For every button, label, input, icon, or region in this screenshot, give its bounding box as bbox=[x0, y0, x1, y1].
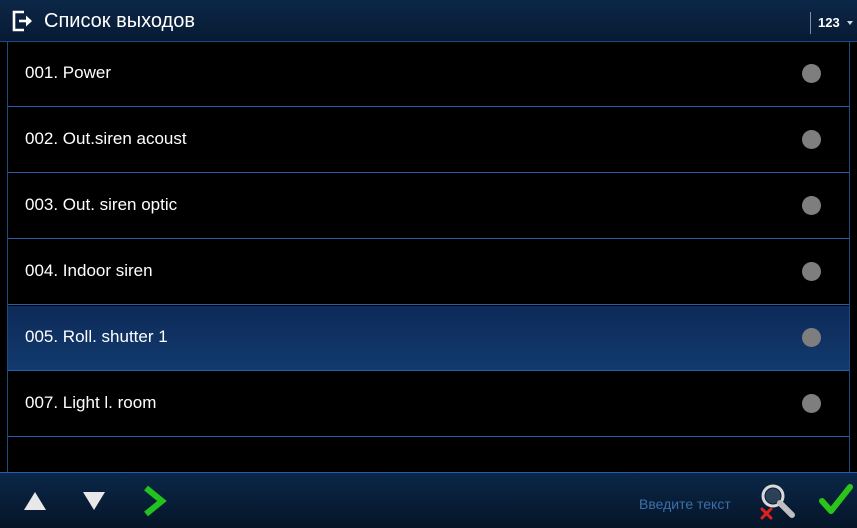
title-bar: Список выходов 123 bbox=[0, 0, 857, 42]
list-item-selected[interactable]: 005. Roll. shutter 1 bbox=[8, 306, 849, 371]
search-input[interactable]: Введите текст bbox=[639, 495, 731, 513]
output-name: 007. Light l. room bbox=[25, 393, 157, 412]
outputs-list: 001. Power 002. Out.siren acoust 003. Ou… bbox=[7, 42, 850, 472]
output-name: 001. Power bbox=[25, 63, 111, 82]
status-dot-icon bbox=[802, 130, 821, 149]
output-name: 004. Indoor siren bbox=[25, 261, 153, 280]
list-item[interactable]: 004. Indoor siren bbox=[8, 240, 849, 305]
status-dot-icon bbox=[802, 262, 821, 281]
chevron-right-icon[interactable] bbox=[141, 485, 167, 517]
list-item[interactable]: 007. Light l. room bbox=[8, 372, 849, 437]
arrow-down-icon[interactable] bbox=[81, 489, 107, 513]
header-divider bbox=[810, 12, 811, 34]
output-name: 002. Out.siren acoust bbox=[25, 129, 187, 148]
list-item[interactable]: 001. Power bbox=[8, 42, 849, 107]
status-dot-icon bbox=[802, 196, 821, 215]
status-dot-icon bbox=[802, 328, 821, 347]
list-item[interactable]: 002. Out.siren acoust bbox=[8, 108, 849, 173]
arrow-up-icon[interactable] bbox=[22, 489, 48, 513]
output-name: 003. Out. siren optic bbox=[25, 195, 178, 214]
status-dot-icon bbox=[802, 394, 821, 413]
checkmark-icon[interactable] bbox=[819, 482, 853, 518]
exit-icon bbox=[12, 10, 32, 32]
bottom-toolbar: Введите текст bbox=[0, 472, 857, 528]
chevron-down-icon[interactable] bbox=[847, 21, 853, 25]
output-name: 005. Roll. shutter 1 bbox=[25, 327, 168, 346]
list-item[interactable]: 003. Out. siren optic bbox=[8, 174, 849, 239]
status-dot-icon bbox=[802, 64, 821, 83]
magnifier-cancel-icon[interactable] bbox=[756, 481, 804, 523]
page-title: Список выходов bbox=[44, 10, 195, 32]
keyboard-mode-selector[interactable]: 123 bbox=[818, 14, 840, 32]
